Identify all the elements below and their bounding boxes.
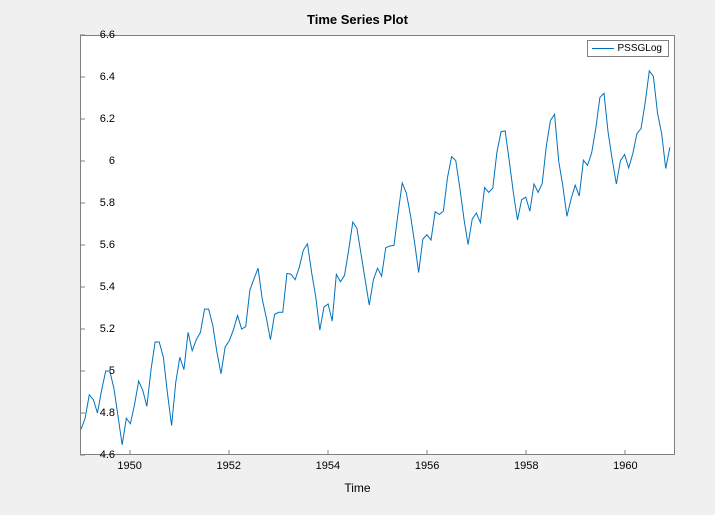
legend-label: PSSGLog <box>618 43 662 54</box>
x-tick-label: 1952 <box>217 460 241 472</box>
y-tick-mark <box>80 371 85 372</box>
y-tick-mark <box>80 329 85 330</box>
x-tick-mark <box>327 450 328 455</box>
y-tick-mark <box>80 455 85 456</box>
y-tick-mark <box>80 203 85 204</box>
x-tick-mark <box>625 450 626 455</box>
x-tick-mark <box>129 450 130 455</box>
x-tick-mark <box>427 450 428 455</box>
legend-swatch <box>592 48 614 49</box>
axes <box>80 35 675 455</box>
x-tick-mark <box>526 450 527 455</box>
y-tick-mark <box>80 245 85 246</box>
figure: Time Series Plot PSSGLog Time 4.64.855.2… <box>0 0 715 515</box>
x-tick-label: 1954 <box>316 460 340 472</box>
y-tick-mark <box>80 413 85 414</box>
x-tick-label: 1958 <box>514 460 538 472</box>
y-tick-mark <box>80 77 85 78</box>
x-tick-label: 1956 <box>415 460 439 472</box>
x-axis-label: Time <box>0 481 715 495</box>
y-tick-mark <box>80 287 85 288</box>
y-tick-mark <box>80 35 85 36</box>
chart-title: Time Series Plot <box>0 12 715 27</box>
x-tick-label: 1950 <box>117 460 141 472</box>
x-tick-label: 1960 <box>613 460 637 472</box>
legend: PSSGLog <box>587 40 669 57</box>
y-tick-mark <box>80 161 85 162</box>
y-tick-mark <box>80 119 85 120</box>
x-tick-mark <box>228 450 229 455</box>
line-series <box>81 36 674 454</box>
